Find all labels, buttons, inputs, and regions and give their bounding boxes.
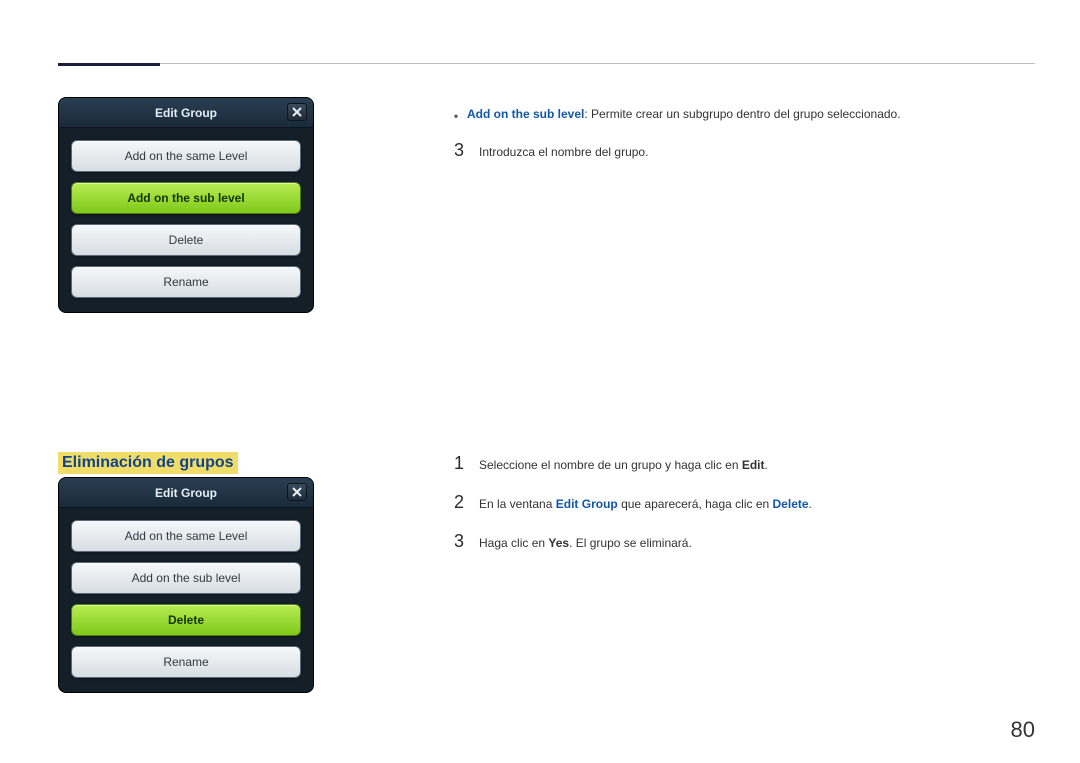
button-label: Delete bbox=[169, 233, 204, 247]
step-text: Seleccione el nombre de un grupo y haga … bbox=[479, 456, 768, 474]
step-text: En la ventana Edit Group que aparecerá, … bbox=[479, 495, 812, 513]
rename-button[interactable]: Rename bbox=[71, 266, 301, 298]
text-block-2: 1 Seleccione el nombre de un grupo y hag… bbox=[453, 450, 1034, 555]
close-button[interactable] bbox=[287, 483, 307, 501]
button-label: Rename bbox=[163, 655, 208, 669]
edit-group-dialog-2: Edit Group Add on the same Level Add on … bbox=[58, 477, 314, 693]
add-sub-level-button[interactable]: Add on the sub level bbox=[71, 182, 301, 214]
page: Edit Group Add on the same Level Add on … bbox=[0, 0, 1080, 763]
step-row: 2 En la ventana Edit Group que aparecerá… bbox=[453, 489, 1034, 516]
section-heading: Eliminación de grupos bbox=[58, 452, 238, 474]
step-number: 1 bbox=[453, 450, 465, 477]
add-same-level-button[interactable]: Add on the same Level bbox=[71, 520, 301, 552]
dialog-titlebar: Edit Group bbox=[59, 98, 313, 128]
add-same-level-button[interactable]: Add on the same Level bbox=[71, 140, 301, 172]
bullet-dot-icon: • bbox=[453, 108, 459, 125]
bullet-term: Add on the sub level bbox=[467, 107, 584, 121]
step-row: 3 Introduzca el nombre del grupo. bbox=[453, 137, 1034, 164]
button-label: Delete bbox=[168, 613, 204, 627]
button-label: Add on the sub level bbox=[127, 191, 244, 205]
dialog-titlebar: Edit Group bbox=[59, 478, 313, 508]
edit-group-dialog-1: Edit Group Add on the same Level Add on … bbox=[58, 97, 314, 313]
header-rule-thin bbox=[58, 63, 1035, 64]
step-text: Haga clic en Yes. El grupo se eliminará. bbox=[479, 534, 692, 552]
rename-button[interactable]: Rename bbox=[71, 646, 301, 678]
bullet-text: Add on the sub level: Permite crear un s… bbox=[467, 106, 901, 123]
bullet-item: • Add on the sub level: Permite crear un… bbox=[453, 106, 1034, 125]
step-row: 3 Haga clic en Yes. El grupo se eliminar… bbox=[453, 528, 1034, 555]
step-number: 3 bbox=[453, 528, 465, 555]
close-button[interactable] bbox=[287, 103, 307, 121]
close-icon bbox=[292, 107, 302, 117]
dialog-title: Edit Group bbox=[155, 106, 217, 120]
dialog-body: Add on the same Level Add on the sub lev… bbox=[59, 128, 313, 312]
dialog-body: Add on the same Level Add on the sub lev… bbox=[59, 508, 313, 692]
text-block-1: • Add on the sub level: Permite crear un… bbox=[453, 106, 1034, 164]
page-number: 80 bbox=[1011, 717, 1035, 743]
delete-button[interactable]: Delete bbox=[71, 604, 301, 636]
header-rule-thick bbox=[58, 63, 160, 66]
delete-button[interactable]: Delete bbox=[71, 224, 301, 256]
step-text: Introduzca el nombre del grupo. bbox=[479, 143, 648, 161]
step-number: 2 bbox=[453, 489, 465, 516]
button-label: Add on the same Level bbox=[125, 529, 248, 543]
bullet-desc: : Permite crear un subgrupo dentro del g… bbox=[584, 107, 900, 121]
add-sub-level-button[interactable]: Add on the sub level bbox=[71, 562, 301, 594]
step-row: 1 Seleccione el nombre de un grupo y hag… bbox=[453, 450, 1034, 477]
dialog-title: Edit Group bbox=[155, 486, 217, 500]
button-label: Add on the sub level bbox=[132, 571, 241, 585]
close-icon bbox=[292, 487, 302, 497]
button-label: Rename bbox=[163, 275, 208, 289]
button-label: Add on the same Level bbox=[125, 149, 248, 163]
step-number: 3 bbox=[453, 137, 465, 164]
